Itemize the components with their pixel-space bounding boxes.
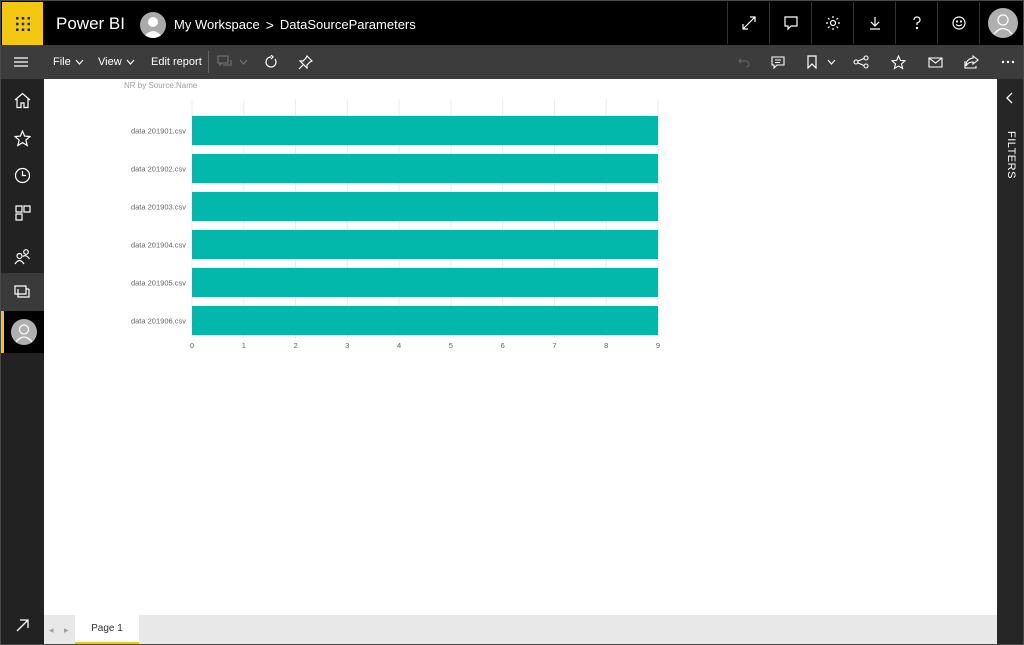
x-tick-label: 1 — [242, 341, 246, 350]
pin-icon[interactable] — [298, 45, 313, 79]
left-nav — [1, 79, 44, 644]
category-label: data 201905.csv — [131, 279, 186, 288]
comment-icon[interactable] — [771, 45, 785, 79]
edit-report-button[interactable]: Edit report — [151, 45, 202, 79]
user-avatar[interactable] — [1, 311, 44, 353]
more-icon[interactable] — [1001, 45, 1015, 79]
undo-icon[interactable] — [738, 45, 750, 79]
bar[interactable] — [192, 306, 658, 335]
bar[interactable] — [192, 192, 658, 221]
bar-chart[interactable]: data 201901.csv data 201902.csv data 20190… — [44, 79, 997, 379]
report-toolbar: File View Edit report — [1, 45, 1023, 79]
apps-icon[interactable] — [1, 194, 44, 232]
workspaces-icon[interactable] — [1, 273, 44, 311]
view-menu[interactable]: View — [98, 45, 135, 79]
x-tick-label: 0 — [190, 341, 194, 350]
power-bi-window: Power BI My Workspace > DataSourceParame… — [0, 0, 1024, 645]
file-menu-label: File — [53, 56, 71, 68]
feedback-smiley-icon[interactable] — [937, 2, 979, 44]
chat-icon[interactable] — [217, 45, 233, 79]
file-menu[interactable]: File — [53, 45, 84, 79]
page-tab[interactable]: Page 1 — [75, 615, 139, 644]
x-tick-label: 6 — [501, 341, 505, 350]
edit-report-label: Edit report — [151, 56, 202, 68]
share-graph-icon[interactable] — [853, 45, 869, 79]
chevron-down-icon[interactable] — [239, 45, 248, 79]
export-icon[interactable] — [964, 45, 979, 79]
recent-clock-icon[interactable] — [1, 156, 44, 194]
email-icon[interactable] — [928, 45, 943, 79]
bar[interactable] — [192, 230, 658, 259]
x-tick-label: 2 — [293, 341, 297, 350]
chevron-down-icon[interactable] — [827, 45, 836, 79]
home-icon[interactable] — [1, 81, 44, 119]
breadcrumb: My Workspace > DataSourceParameters — [174, 17, 416, 32]
app-launcher-icon[interactable] — [2, 2, 43, 45]
page-navigation-bar: ◂ ▸ Page 1 — [44, 615, 997, 644]
refresh-icon[interactable] — [264, 45, 278, 79]
fullscreen-icon[interactable] — [727, 2, 769, 44]
shared-people-icon[interactable] — [1, 237, 44, 275]
chevron-down-icon — [75, 56, 84, 68]
chevron-right-icon[interactable]: ▸ — [64, 625, 69, 636]
view-menu-label: View — [98, 56, 122, 68]
chevron-left-icon[interactable] — [1005, 91, 1013, 109]
expand-arrow-icon[interactable] — [1, 606, 44, 644]
x-tick-label: 5 — [449, 341, 453, 350]
category-label: data 201904.csv — [131, 241, 186, 250]
bookmark-icon[interactable] — [806, 45, 818, 79]
toolbar-divider — [208, 51, 209, 73]
x-tick-label: 7 — [552, 341, 556, 350]
x-tick-label: 8 — [604, 341, 608, 350]
bar[interactable] — [192, 268, 658, 297]
breadcrumb-separator: > — [265, 16, 274, 33]
bar[interactable] — [192, 154, 658, 183]
app-title[interactable]: Power BI — [56, 14, 125, 34]
help-icon[interactable] — [895, 2, 937, 44]
bar[interactable] — [192, 116, 658, 145]
download-icon[interactable] — [853, 2, 895, 44]
settings-icon[interactable] — [811, 2, 853, 44]
top-header: Power BI My Workspace > DataSourceParame… — [1, 1, 1023, 45]
category-label: data 201902.csv — [131, 165, 186, 174]
user-avatar[interactable] — [979, 2, 1023, 44]
x-tick-label: 9 — [656, 341, 660, 350]
chevron-down-icon — [126, 56, 135, 68]
workspace-avatar — [140, 12, 166, 38]
comment-icon[interactable] — [769, 2, 811, 44]
hamburger-icon[interactable] — [13, 45, 29, 79]
favorites-star-icon[interactable] — [1, 119, 44, 157]
x-tick-label: 4 — [397, 341, 401, 350]
breadcrumb-report[interactable]: DataSourceParameters — [280, 17, 416, 32]
breadcrumb-workspace[interactable]: My Workspace — [174, 17, 260, 32]
filters-label[interactable]: FILTERS — [998, 131, 1023, 191]
x-tick-label: 3 — [345, 341, 349, 350]
category-label: data 201903.csv — [131, 203, 186, 212]
report-canvas: NR by Source.Name data 201901.csv data 20… — [44, 79, 997, 615]
filters-pane[interactable]: FILTERS — [997, 79, 1023, 644]
category-label: data 201906.csv — [131, 317, 186, 326]
category-label: data 201901.csv — [131, 127, 186, 136]
favorite-star-icon[interactable] — [891, 45, 906, 79]
chevron-left-icon[interactable]: ◂ — [49, 625, 54, 636]
